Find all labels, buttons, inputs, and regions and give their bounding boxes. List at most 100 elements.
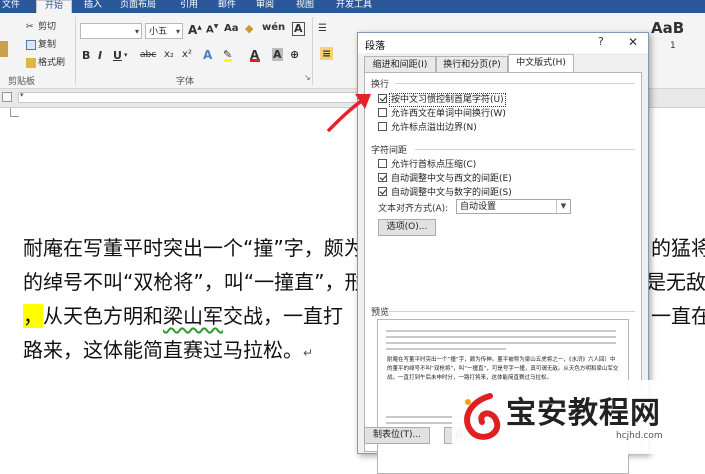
grow-font-icon[interactable]: A▲ [188,23,202,37]
tab-references[interactable]: 引用 [180,0,198,13]
doc-line-1-tail: 的猛将 [651,236,705,260]
paste-button[interactable]: 粘贴 [0,41,10,57]
paste-icon [0,41,8,57]
font-name-combo[interactable]: ▾ [80,23,142,39]
preview-prev-line [386,330,616,332]
text-effects-icon[interactable]: A [203,48,212,62]
doc-line-3-tail: 一直在 [651,304,705,328]
tab-file[interactable]: 文件 [2,0,22,13]
dialog-title-bar[interactable]: 段落 ? ✕ [358,33,648,53]
option-latin-word-wrap[interactable]: 允许西文在单词中间换行(W) [378,106,506,119]
highlight-icon[interactable]: ✎ [223,48,233,62]
font-dialog-launcher-icon[interactable]: ↘ [304,73,311,82]
options-button[interactable]: 选项(O)... [378,219,436,236]
bullets-icon[interactable]: ☰ [318,23,327,34]
subscript-button[interactable]: x₂ [164,49,174,60]
close-icon[interactable]: ✕ [628,35,638,49]
option-space-asian-numbers[interactable]: 自动调整中文与数字的间距(S) [378,185,512,198]
shrink-font-icon[interactable]: A▼ [206,23,218,35]
option-first-last-char[interactable]: 按中文习惯控制首尾字符(U) [378,92,506,107]
underline-button[interactable]: U [113,49,122,62]
copy-button[interactable]: 复制 [26,37,56,50]
font-group-label: 字体 [176,77,195,87]
align-left-icon[interactable]: ≡ [320,47,334,60]
dialog-title: 段落 [365,41,385,52]
format-painter-button[interactable]: 格式刷 [26,55,65,68]
tab-selector-icon[interactable] [2,92,12,102]
font-size-combo[interactable]: 小五 ▾ [145,23,183,39]
section-divider [415,149,635,150]
preview-section-label: 预览 [371,308,390,318]
chevron-down-icon: ▼ [556,200,570,213]
preview-prev-line [386,348,506,350]
checkbox-checked-icon[interactable] [378,173,387,182]
group-divider [75,17,76,85]
checkbox-icon[interactable] [378,122,387,131]
checkbox-icon[interactable] [378,159,387,168]
section-divider [389,311,635,312]
cut-button[interactable]: ✂ 剪切 [26,19,56,33]
clipboard-group-label: 剪贴板 [8,77,36,87]
brush-icon [26,57,36,68]
highlighted-char: ， [23,304,43,328]
red-arrow-icon [327,94,371,132]
group-divider [312,17,313,85]
doc-line-4: 路来，这体能简直赛过马拉松。↵ [23,338,314,362]
doc-line-2-tail: 是无敌。 [646,270,705,294]
option-compress-punctuation[interactable]: 允许行首标点压缩(C) [378,157,476,170]
spacing-section-label: 字符间距 [371,146,408,156]
bold-button[interactable]: B [82,49,90,62]
char-border-icon[interactable]: A [292,22,305,36]
chevron-down-icon: ▾ [175,27,180,36]
superscript-button[interactable]: x² [182,49,192,60]
watermark-name: 宝安教程网 [506,396,661,431]
option-hanging-punctuation[interactable]: 允许标点溢出边界(N) [378,120,477,133]
indent-marker-icon[interactable]: ▾ [20,91,24,99]
chevron-down-icon: ▾ [134,27,139,36]
tab-insert[interactable]: 插入 [84,0,102,13]
italic-button[interactable]: I [98,49,102,62]
copy-icon [26,39,36,50]
grammar-underline: 梁山军 [163,304,223,328]
checkbox-checked-icon[interactable] [378,94,387,103]
watermark-url: hcjhd.com [616,431,663,441]
tab-view[interactable]: 视图 [296,0,314,13]
checkbox-checked-icon[interactable] [378,187,387,196]
style-preview-heading[interactable]: AaB [651,19,684,37]
doc-line-2: 的绰号不叫“双枪将”，叫“一撞直”，形 [23,270,365,294]
tab-indents-spacing[interactable]: 缩进和间距(I) [364,56,436,72]
preview-prev-line [386,342,616,344]
scissors-icon: ✂ [26,21,34,32]
clear-format-icon[interactable]: ◆ [245,22,253,35]
checkbox-icon[interactable] [378,108,387,117]
strikethrough-button[interactable]: abc [140,50,156,60]
text-alignment-label: 文本对齐方式(A): [378,204,449,214]
tab-page-layout[interactable]: 页面布局 [120,0,156,13]
tab-home[interactable]: 开始 [36,0,72,14]
doc-line-1: 耐庵在写董平时突出一个“撞”字，颇为 [23,236,364,260]
tab-mailings[interactable]: 邮件 [218,0,236,13]
preview-text: 耐庵在写董平时突出一个“撞”字，颇为传神。董平被称为梁山五虎将之一，《水浒》六人… [387,357,619,381]
enclose-char-icon[interactable]: ⊕ [290,48,299,61]
change-case-icon[interactable]: Aa [224,23,239,34]
paragraph-mark: ↵ [303,346,314,360]
site-watermark: 宝安教程网 hcjhd.com [452,380,705,454]
preview-prev-line [386,336,616,338]
tab-developer[interactable]: 开发工具 [336,0,372,13]
margin-corner-mark [10,108,19,117]
underline-dropdown-icon[interactable]: ▾ [124,51,128,59]
ruler-track [18,92,358,103]
style-number: 1 [670,41,676,51]
tab-line-page-breaks[interactable]: 换行和分页(P) [436,56,508,72]
tabs-button[interactable]: 制表位(T)... [364,427,430,444]
font-color-icon[interactable]: A [250,48,260,62]
section-divider [395,83,635,84]
phonetic-guide-icon[interactable]: wén [262,22,285,33]
help-button[interactable]: ? [598,35,604,48]
doc-line-3: ，从天色方明和梁山军交战，一直打 [23,304,343,328]
char-shading-icon[interactable]: A [272,48,283,61]
tab-review[interactable]: 审阅 [256,0,274,13]
tab-asian-typography[interactable]: 中文版式(H) [508,54,574,73]
option-space-asian-latin[interactable]: 自动调整中文与西文的间距(E) [378,171,512,184]
text-alignment-select[interactable]: 自动设置 ▼ [456,199,571,214]
